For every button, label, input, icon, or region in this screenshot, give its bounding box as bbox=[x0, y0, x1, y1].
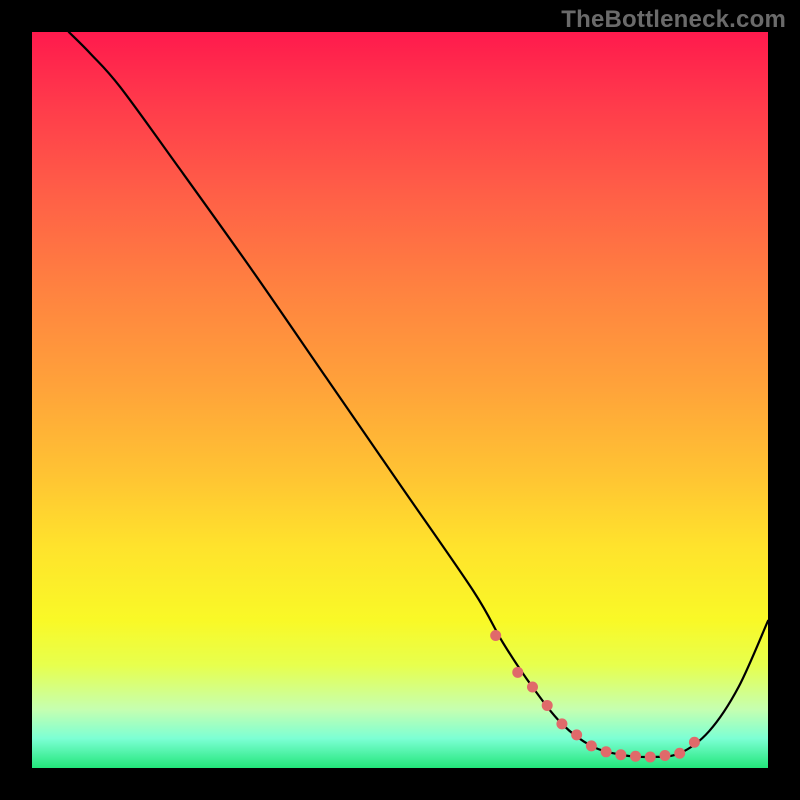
highlight-dot bbox=[556, 718, 567, 729]
highlight-dot bbox=[512, 667, 523, 678]
highlight-dot bbox=[630, 751, 641, 762]
chart-frame bbox=[32, 32, 768, 768]
highlight-dot bbox=[490, 630, 501, 641]
highlight-dot bbox=[527, 682, 538, 693]
highlight-dot bbox=[674, 748, 685, 759]
curve-line bbox=[69, 32, 768, 757]
highlight-dot bbox=[659, 750, 670, 761]
highlight-dots-group bbox=[490, 630, 700, 762]
watermark-text: TheBottleneck.com bbox=[561, 6, 786, 34]
chart-plot-svg bbox=[32, 32, 768, 768]
highlight-dot bbox=[689, 737, 700, 748]
highlight-dot bbox=[542, 700, 553, 711]
highlight-dot bbox=[586, 740, 597, 751]
highlight-dot bbox=[571, 729, 582, 740]
highlight-dot bbox=[615, 749, 626, 760]
highlight-dot bbox=[645, 751, 656, 762]
highlight-dot bbox=[601, 746, 612, 757]
